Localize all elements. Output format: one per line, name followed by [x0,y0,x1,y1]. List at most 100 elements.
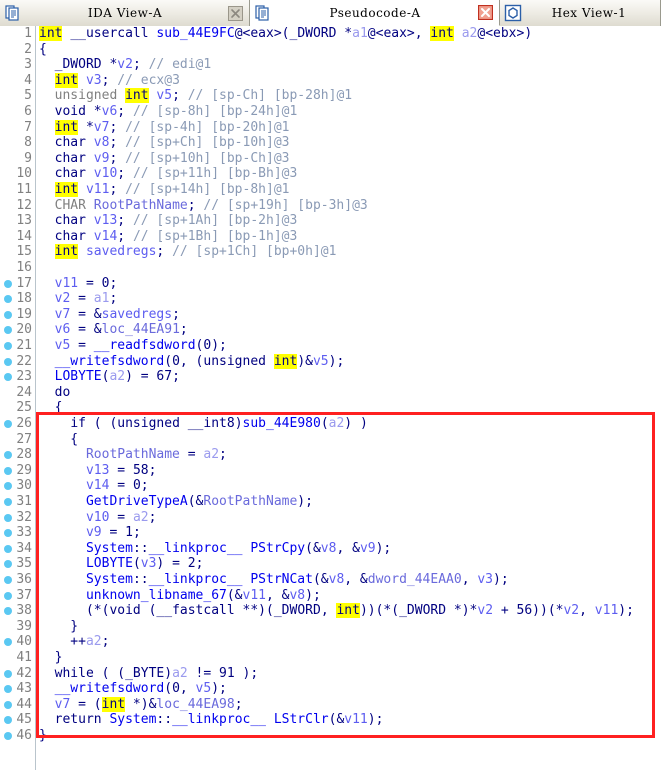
code-line[interactable]: 7 int *v7; // [sp-4h] [bp-20h]@1 [0,119,661,136]
code-line[interactable]: 12 CHAR RootPathName; // [sp+19h] [bp-3h… [0,198,661,214]
code-line[interactable]: 9 char v9; // [sp+10h] [bp-Ch]@3 [0,151,661,167]
line-source[interactable]: v7 = &savedregs; [39,307,180,323]
line-source[interactable]: GetDriveTypeA(&RootPathName); [39,494,313,510]
line-source[interactable]: while ( (_BYTE)a2 != 91 ); [39,666,259,682]
line-source[interactable]: int savedregs; // [sp+1Ch] [bp+0h]@1 [39,244,336,260]
line-source[interactable]: CHAR RootPathName; // [sp+19h] [bp-3h]@3 [39,198,368,214]
line-source[interactable]: int __usercall sub_44E9FC@<eax>(_DWORD *… [39,26,532,42]
code-line[interactable]: 17 v11 = 0; [0,276,661,292]
code-line[interactable]: 32 v10 = a2; [0,510,661,526]
line-source[interactable]: __writefsdword(0, v5); [39,681,227,697]
line-source[interactable]: System::__linkproc__ PStrCpy(&v8, &v9); [39,541,391,557]
line-source[interactable]: } [39,619,78,635]
code-line[interactable]: 45 return System::__linkproc__ LStrClr(&… [0,712,661,728]
code-line[interactable]: 16 [0,260,661,276]
code-line[interactable]: 33 v9 = 1; [0,525,661,541]
line-source[interactable]: v11 = 0; [39,276,118,292]
code-line[interactable]: 23 LOBYTE(a2) = 67; [0,369,661,385]
line-source[interactable]: { [39,400,63,416]
line-source[interactable]: { [39,42,47,58]
line-source[interactable]: char v14; // [sp+1Bh] [bp-1h]@3 [39,229,298,245]
code-line[interactable]: 27 { [0,432,661,448]
code-line[interactable]: 30 v14 = 0; [0,478,661,494]
line-source[interactable]: v5 = __readfsdword(0); [39,338,227,354]
code-line[interactable]: 11 int v11; // [sp+14h] [bp-8h]@1 [0,182,661,198]
line-source[interactable]: char v9; // [sp+10h] [bp-Ch]@3 [39,151,290,167]
code-line[interactable]: 41 } [0,650,661,666]
code-line[interactable]: 26 if ( (unsigned __int8)sub_44E980(a2) … [0,416,661,432]
code-line[interactable]: 36 System::__linkproc__ PStrNCat(&v8, &d… [0,572,661,588]
line-source[interactable]: (*(void (__fastcall **)(_DWORD, int))(*(… [39,603,634,619]
line-number: 34 [16,540,32,556]
code-line[interactable]: 14 char v14; // [sp+1Bh] [bp-1h]@3 [0,229,661,245]
code-line[interactable]: 42 while ( (_BYTE)a2 != 91 ); [0,666,661,682]
line-source[interactable]: do [39,385,71,401]
code-line[interactable]: 25 { [0,400,661,416]
code-line[interactable]: 39 } [0,619,661,635]
code-line[interactable]: 34 System::__linkproc__ PStrCpy(&v8, &v9… [0,541,661,557]
code-line[interactable]: 24 do [0,385,661,401]
code-line[interactable]: 5 unsigned int v5; // [sp-Ch] [bp-28h]@1 [0,88,661,104]
line-source[interactable]: char v8; // [sp+Ch] [bp-10h]@3 [39,135,290,151]
code-line[interactable]: 40 ++a2; [0,634,661,650]
code-line[interactable]: 18 v2 = a1; [0,291,661,307]
line-source[interactable]: LOBYTE(v3) = 2; [39,556,203,572]
line-source[interactable]: if ( (unsigned __int8)sub_44E980(a2) ) [39,416,367,432]
code-line[interactable]: 38 (*(void (__fastcall **)(_DWORD, int))… [0,603,661,619]
line-number: 16 [16,260,32,275]
line-source[interactable]: v10 = a2; [39,510,156,526]
code-line[interactable]: 37 unknown_libname_67(&v11, &v8); [0,588,661,604]
code-line[interactable]: 10 char v10; // [sp+11h] [bp-Bh]@3 [0,166,661,182]
tab-hex-view-1[interactable]: Hex View-1 [500,0,661,26]
line-source[interactable]: int v3; // ecx@3 [39,72,180,89]
code-line[interactable]: 15 int savedregs; // [sp+1Ch] [bp+0h]@1 [0,244,661,260]
line-source[interactable]: v13 = 58; [39,463,156,479]
line-source[interactable]: RootPathName = a2; [39,447,227,463]
code-line[interactable]: 46} [0,728,661,744]
code-line[interactable]: 21 v5 = __readfsdword(0); [0,338,661,354]
code-line[interactable]: 35 LOBYTE(v3) = 2; [0,556,661,572]
code-line[interactable]: 31 GetDriveTypeA(&RootPathName); [0,494,661,510]
line-source[interactable]: return System::__linkproc__ LStrClr(&v11… [39,712,384,728]
close-icon[interactable] [477,4,494,21]
line-source[interactable]: { [39,432,78,448]
line-source[interactable]: } [39,728,47,744]
line-source[interactable]: v6 = &loc_44EA91; [39,322,188,338]
code-line[interactable]: 20 v6 = &loc_44EA91; [0,322,661,338]
line-number: 46 [16,728,32,743]
code-line[interactable]: 22 __writefsdword(0, (unsigned int)&v5); [0,353,661,370]
line-source[interactable]: } [39,650,63,666]
code-line[interactable]: 4 int v3; // ecx@3 [0,72,661,89]
code-line[interactable]: 43 __writefsdword(0, v5); [0,681,661,697]
line-source[interactable]: int v11; // [sp+14h] [bp-8h]@1 [39,182,289,198]
line-source[interactable]: void *v6; // [sp-8h] [bp-24h]@1 [39,104,298,120]
line-source[interactable]: unknown_libname_67(&v11, &v8); [39,588,321,604]
line-source[interactable]: v7 = (int *)&loc_44EA98; [39,696,243,713]
line-source[interactable]: System::__linkproc__ PStrNCat(&v8, &dwor… [39,572,509,588]
code-line[interactable]: 2{ [0,42,661,58]
pseudocode-editor[interactable]: 1 int __usercall sub_44E9FC@<eax>(_DWORD … [0,26,661,770]
line-source[interactable]: unsigned int v5; // [sp-Ch] [bp-28h]@1 [39,88,352,104]
line-source[interactable]: __writefsdword(0, (unsigned int)&v5); [39,353,344,370]
line-source[interactable]: _DWORD *v2; // edi@1 [39,57,212,73]
code-line[interactable]: 6 void *v6; // [sp-8h] [bp-24h]@1 [0,104,661,120]
tab-pseudocode-a[interactable]: Pseudocode-A [250,0,500,26]
tab-ida-view-a[interactable]: IDA View-A [0,0,250,26]
line-source[interactable]: v9 = 1; [39,525,141,541]
code-line[interactable]: 13 char v13; // [sp+1Ah] [bp-2h]@3 [0,213,661,229]
code-line[interactable]: 44 v7 = (int *)&loc_44EA98; [0,696,661,713]
line-source[interactable]: char v10; // [sp+11h] [bp-Bh]@3 [39,166,298,182]
line-source[interactable]: v2 = a1; [39,291,118,307]
line-source[interactable]: LOBYTE(a2) = 67; [39,369,180,385]
close-icon[interactable] [228,5,243,21]
code-line[interactable]: 28 RootPathName = a2; [0,447,661,463]
line-source[interactable]: ++a2; [39,634,109,650]
code-line[interactable]: 3 _DWORD *v2; // edi@1 [0,57,661,73]
code-line[interactable]: 29 v13 = 58; [0,463,661,479]
line-source[interactable]: v14 = 0; [39,478,149,494]
code-line[interactable]: 8 char v8; // [sp+Ch] [bp-10h]@3 [0,135,661,151]
line-source[interactable]: int *v7; // [sp-4h] [bp-20h]@1 [39,119,289,136]
code-line[interactable]: 19 v7 = &savedregs; [0,307,661,323]
code-line[interactable]: 1 int __usercall sub_44E9FC@<eax>(_DWORD … [0,26,661,42]
line-source[interactable]: char v13; // [sp+1Ah] [bp-2h]@3 [39,213,298,229]
